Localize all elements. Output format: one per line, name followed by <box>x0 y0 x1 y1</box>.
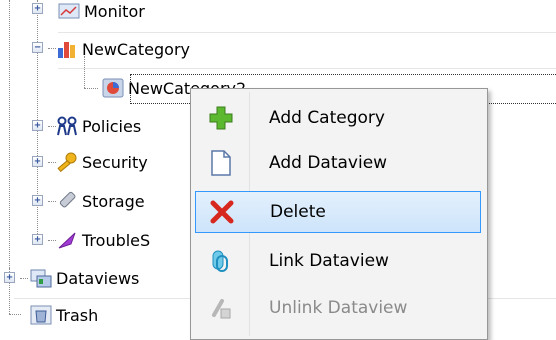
menu-item-label: Link Dataview <box>269 251 389 271</box>
tree-node-dataviews[interactable]: Dataviews <box>30 263 139 293</box>
link-icon <box>195 248 247 274</box>
tree-line-root <box>9 0 10 268</box>
usb-drive-icon <box>56 190 78 212</box>
tree-node-label: Policies <box>82 116 142 136</box>
menu-item-label: Add Dataview <box>269 153 388 173</box>
tree-branch-storage <box>48 201 56 202</box>
unlink-icon <box>195 295 247 321</box>
tree-branch-trash <box>9 314 21 315</box>
tree-node-newcategory[interactable]: NewCategory <box>56 34 190 64</box>
trash-icon <box>30 304 52 326</box>
tree-node-label: NewCategory <box>82 39 190 59</box>
monitor-chart-icon <box>58 0 80 22</box>
menu-item-link-dataview[interactable]: Link Dataview <box>195 240 481 282</box>
tree-branch-newcategory2 <box>84 88 98 89</box>
tree-node-monitor[interactable]: Monitor <box>58 0 145 26</box>
menu-item-label: Add Category <box>269 108 385 128</box>
menu-item-add-dataview[interactable]: Add Dataview <box>195 142 481 184</box>
tree-node-label: TroubleS <box>82 230 151 250</box>
tree-branch-policies <box>48 126 56 127</box>
page-icon <box>195 150 247 176</box>
tree-branch-security <box>48 162 56 163</box>
policies-figures-icon <box>56 115 78 137</box>
menu-item-label: Delete <box>270 202 326 222</box>
menu-item-label: Unlink Dataview <box>269 298 408 318</box>
tree-node-security[interactable]: Security <box>56 147 148 177</box>
menu-item-unlink-dataview: Unlink Dataview <box>195 287 481 329</box>
tree-node-label: Security <box>82 152 148 172</box>
tree-branch-dataviews <box>20 278 28 279</box>
expand-toggle-storage[interactable]: + <box>32 195 43 206</box>
green-plus-icon <box>195 105 247 131</box>
menu-item-delete[interactable]: Delete <box>195 191 481 233</box>
row-separator <box>58 32 556 33</box>
expand-toggle-troubleshooting[interactable]: + <box>32 234 43 245</box>
key-icon <box>56 151 78 173</box>
tree-branch-troubleshooting <box>48 240 56 241</box>
tree-node-label: Storage <box>82 191 145 211</box>
tree-node-troubleshooting[interactable]: TroubleS <box>56 225 150 255</box>
menu-item-add-category[interactable]: Add Category <box>195 97 481 139</box>
context-menu: Add Category Add Dataview Delete Link Da… <box>190 88 488 340</box>
category-pie-icon <box>102 77 124 99</box>
tree-node-policies[interactable]: Policies <box>56 111 141 141</box>
troubleshoot-wand-icon <box>56 229 78 251</box>
collapse-toggle-newcategory[interactable]: − <box>32 42 43 53</box>
dataviews-icon <box>30 267 52 289</box>
row-separator <box>58 68 556 69</box>
tree-branch-newcategory <box>48 48 56 49</box>
category-bars-icon <box>56 38 78 60</box>
expand-toggle-security[interactable]: + <box>32 156 43 167</box>
tree-node-storage[interactable]: Storage <box>56 186 145 216</box>
tree-node-label: Monitor <box>84 1 145 21</box>
tree-node-trash[interactable]: Trash <box>30 300 98 330</box>
red-x-icon <box>196 199 248 225</box>
expand-toggle-monitor[interactable]: + <box>32 3 43 14</box>
expand-toggle-policies[interactable]: + <box>32 120 43 131</box>
tree-node-label: Trash <box>56 305 99 325</box>
expand-toggle-dataviews[interactable]: + <box>4 272 15 283</box>
tree-node-label: Dataviews <box>56 268 140 288</box>
